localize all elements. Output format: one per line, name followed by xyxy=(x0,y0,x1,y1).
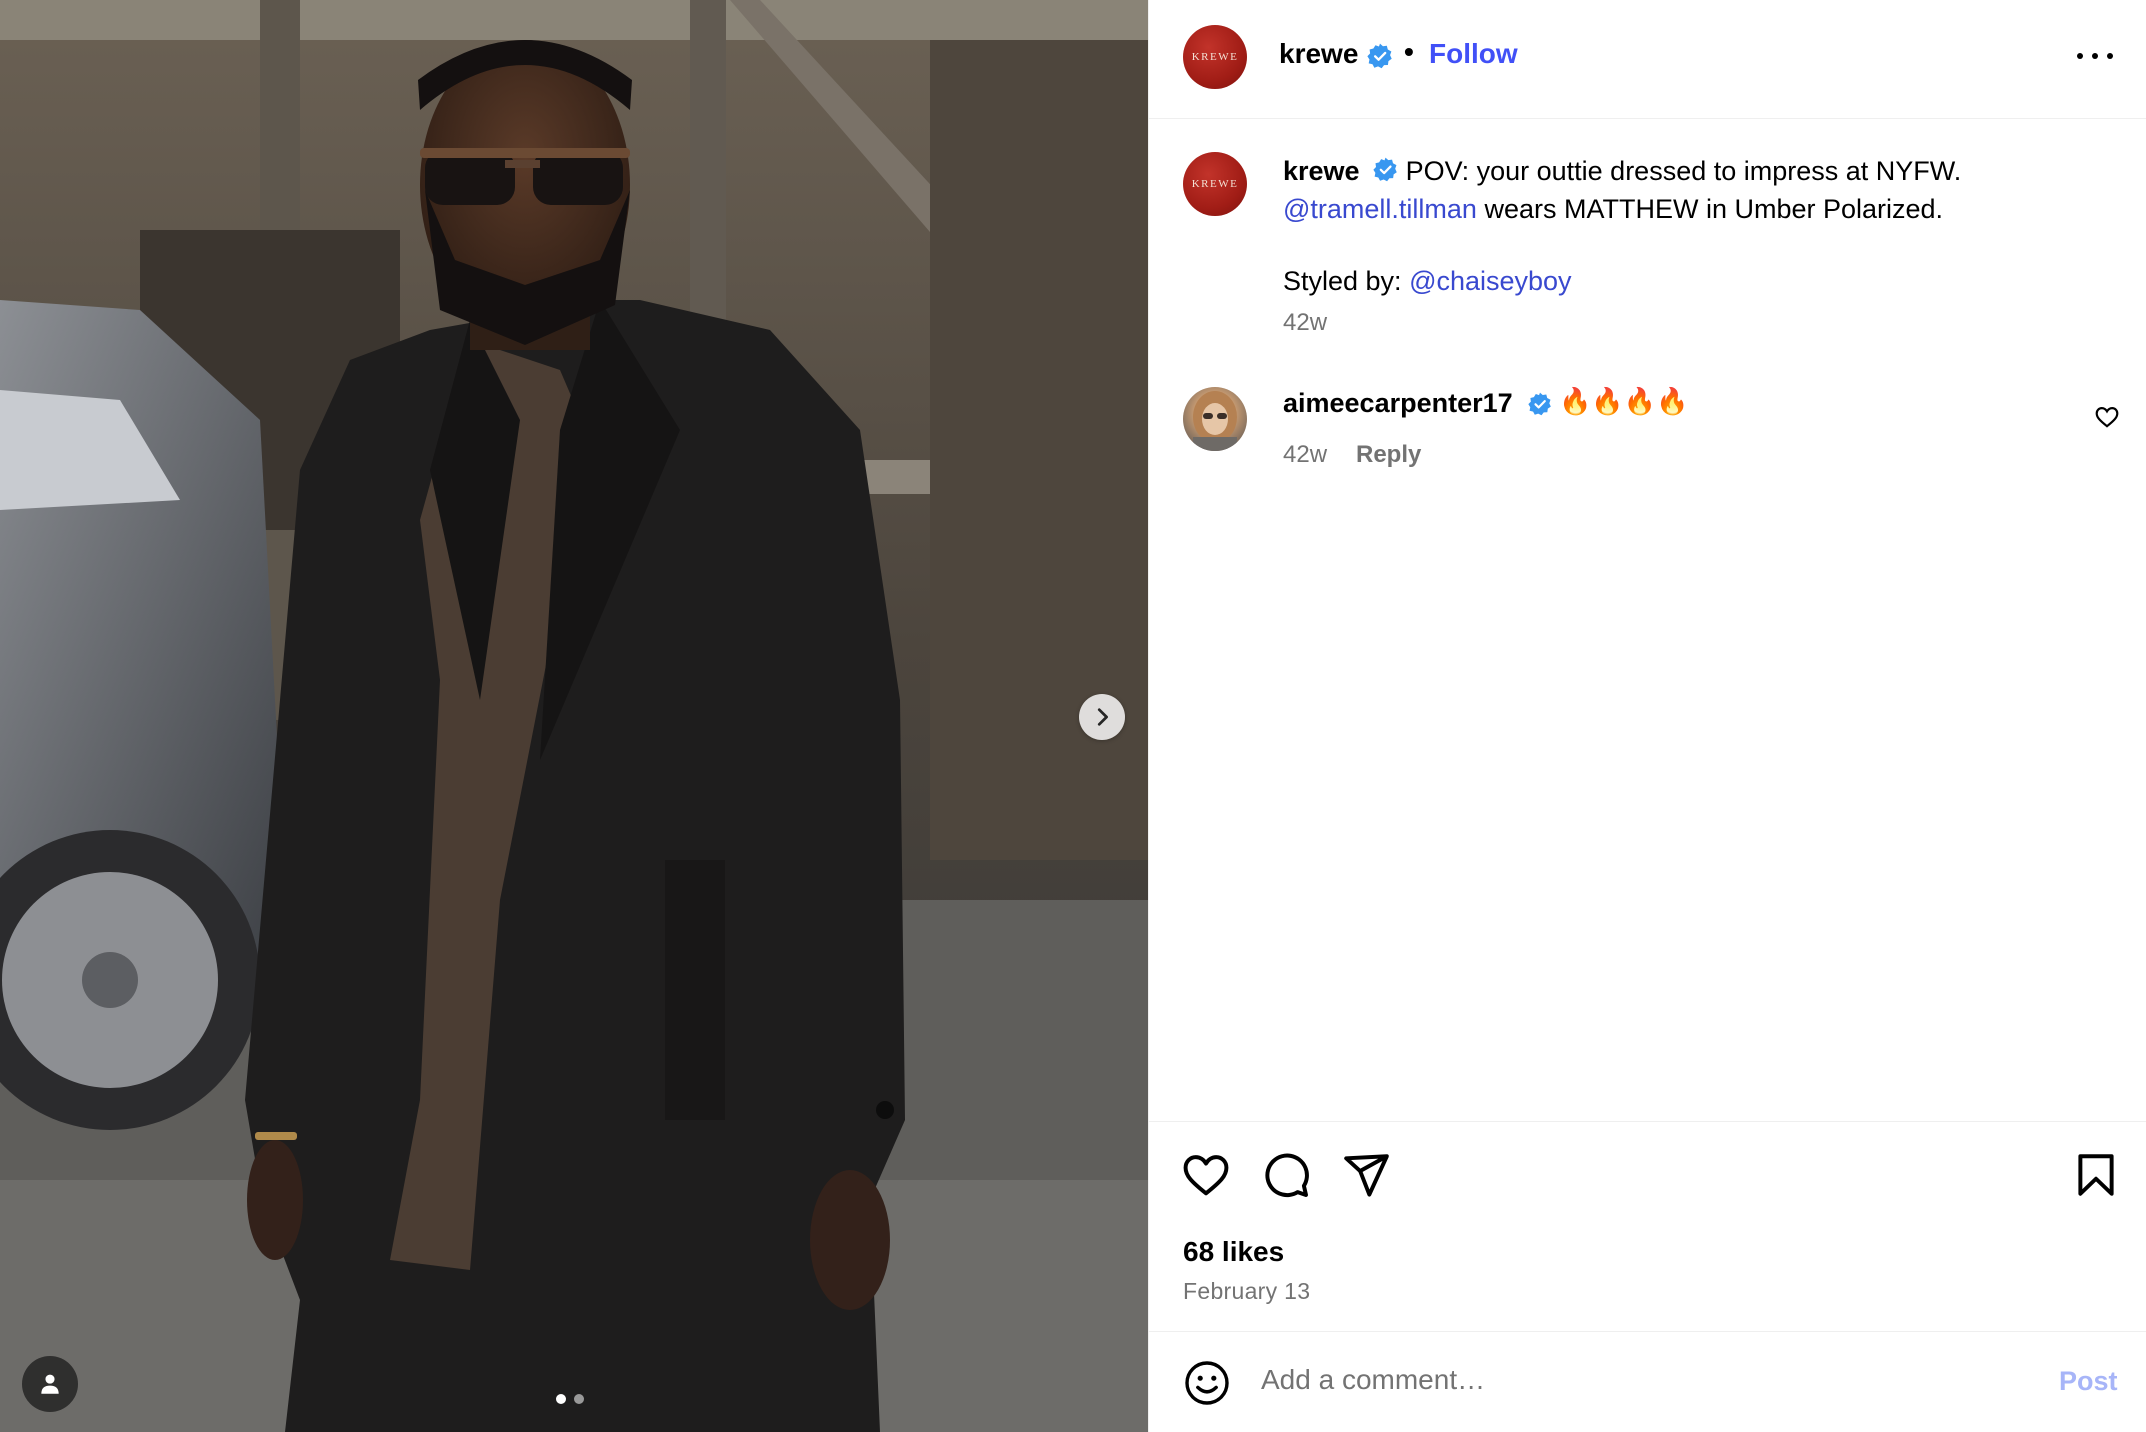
verified-badge-icon xyxy=(1373,155,1398,191)
user-icon xyxy=(41,1374,59,1394)
carousel-dot xyxy=(556,1394,566,1404)
post-image xyxy=(0,0,1148,1432)
bookmark-icon[interactable] xyxy=(2071,1150,2121,1200)
avatar-logo-text: KREWE xyxy=(1191,178,1239,190)
comment-item: aimeecarpenter17 🔥🔥🔥🔥 42w Reply xyxy=(1149,382,2146,502)
post-side-panel: KREWE krewe • Follow KREWE krewe POV: yo… xyxy=(1148,0,2146,1432)
mention-link[interactable]: @chaiseyboy xyxy=(1409,266,1572,296)
post-photo[interactable] xyxy=(0,0,1148,1432)
follow-button[interactable]: Follow xyxy=(1429,38,1518,70)
caption-text-line-1: POV: your outtie dressed to impress at N… xyxy=(1398,156,1962,186)
caption-text-line-2: wears MATTHEW in Umber Polarized. xyxy=(1476,193,1944,224)
emoji-icon[interactable] xyxy=(1183,1359,1231,1407)
caption-text: krewe POV: your outtie dressed to impres… xyxy=(1283,153,2103,299)
post-header: KREWE krewe • Follow xyxy=(1149,0,2146,119)
verified-badge-icon xyxy=(1528,392,1552,421)
carousel-next-button[interactable] xyxy=(1079,694,1125,740)
tagged-users-button[interactable] xyxy=(22,1356,78,1412)
caption-username[interactable]: krewe xyxy=(1283,156,1360,186)
verified-badge-icon xyxy=(1367,43,1393,74)
post-author-username[interactable]: krewe xyxy=(1279,38,1358,70)
avatar-logo-text: KREWE xyxy=(1191,51,1239,63)
share-icon[interactable] xyxy=(1341,1150,1391,1200)
heart-icon[interactable] xyxy=(1181,1150,1231,1200)
caption-avatar[interactable]: KREWE xyxy=(1183,152,1247,216)
comment-composer: Post xyxy=(1149,1331,2146,1432)
header-separator: • xyxy=(1404,36,1414,67)
post-comment-button[interactable]: Post xyxy=(2059,1366,2118,1397)
chevron-right-icon xyxy=(1097,708,1108,726)
post-date[interactable]: February 13 xyxy=(1183,1278,1310,1305)
comment-text: 🔥🔥🔥🔥 xyxy=(1559,386,1689,416)
avatar-photo xyxy=(1193,391,1237,451)
mention-link[interactable]: @tramell.tillman xyxy=(1283,194,1477,224)
likes-count[interactable]: 68 likes xyxy=(1183,1236,1284,1268)
more-options-icon[interactable] xyxy=(2077,44,2113,68)
comment-icon[interactable] xyxy=(1261,1150,1311,1200)
like-comment-heart-icon[interactable] xyxy=(2094,404,2120,430)
carousel-indicator xyxy=(556,1394,584,1404)
comment-input[interactable] xyxy=(1261,1358,1981,1402)
commenter-avatar[interactable] xyxy=(1183,387,1247,451)
commenter-username[interactable]: aimeecarpenter17 xyxy=(1283,388,1513,419)
comment-timestamp[interactable]: 42w xyxy=(1283,441,1327,469)
styled-by-label: Styled by: xyxy=(1283,265,1410,296)
avatar[interactable]: KREWE xyxy=(1183,25,1247,89)
carousel-dot xyxy=(574,1394,584,1404)
reply-button[interactable]: Reply xyxy=(1356,441,1421,469)
post-actions: 68 likes February 13 xyxy=(1149,1121,2146,1331)
caption-timestamp[interactable]: 42w xyxy=(1283,309,1327,337)
